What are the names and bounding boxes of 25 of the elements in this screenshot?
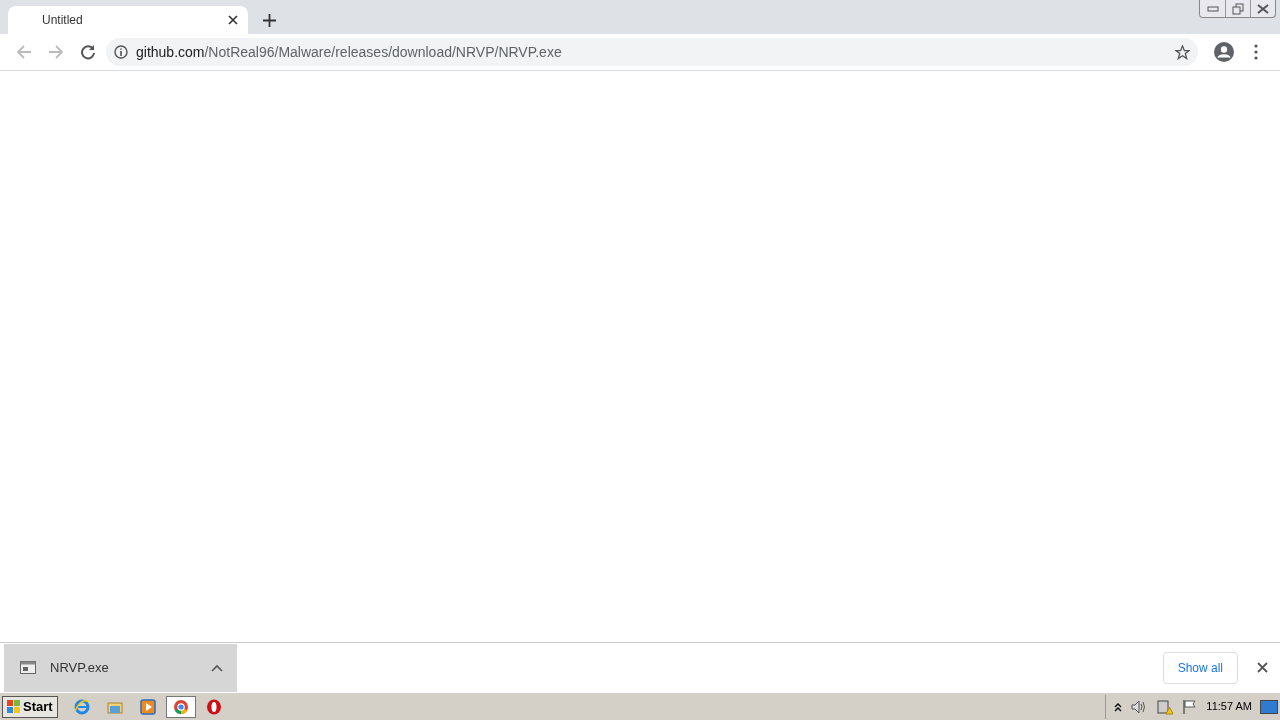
info-icon — [114, 45, 128, 59]
file-icon — [20, 661, 36, 674]
tab-title: Untitled — [42, 12, 84, 29]
download-item[interactable]: NRVP.exe — [4, 643, 237, 692]
file-name: NRVP.exe — [50, 658, 110, 677]
star-icon[interactable] — [1175, 44, 1190, 60]
internet-explorer-icon — [73, 698, 90, 715]
play-icon — [139, 698, 156, 715]
circle-logo-icon — [205, 698, 222, 715]
taskbar-app-button[interactable] — [165, 695, 196, 718]
close-icon[interactable] — [226, 13, 240, 27]
windows-logo-icon — [7, 699, 21, 714]
browser-tab[interactable]: Untitled — [8, 6, 248, 34]
start-button[interactable]: Start — [2, 695, 58, 718]
flag-icon[interactable] — [1182, 698, 1199, 715]
chevron-up-icon[interactable] — [1114, 701, 1123, 712]
address-bar[interactable]: github.com/NotReal96/Malware/releases/download/NRVP/NRVP.exe — [106, 38, 1198, 66]
caret-icon[interactable] — [211, 663, 223, 672]
url-text: github.com/NotReal96/Malware/releases/download/NRVP/NRVP.exe — [136, 42, 562, 62]
browser-icon — [172, 698, 189, 715]
show-all-button[interactable]: Show all — [1162, 651, 1238, 684]
new-tab-icon[interactable] — [262, 13, 276, 27]
close-icon[interactable] — [1256, 661, 1268, 674]
desktop-icon[interactable] — [1260, 699, 1278, 714]
clock-text: 11:57 AM — [1206, 699, 1252, 715]
